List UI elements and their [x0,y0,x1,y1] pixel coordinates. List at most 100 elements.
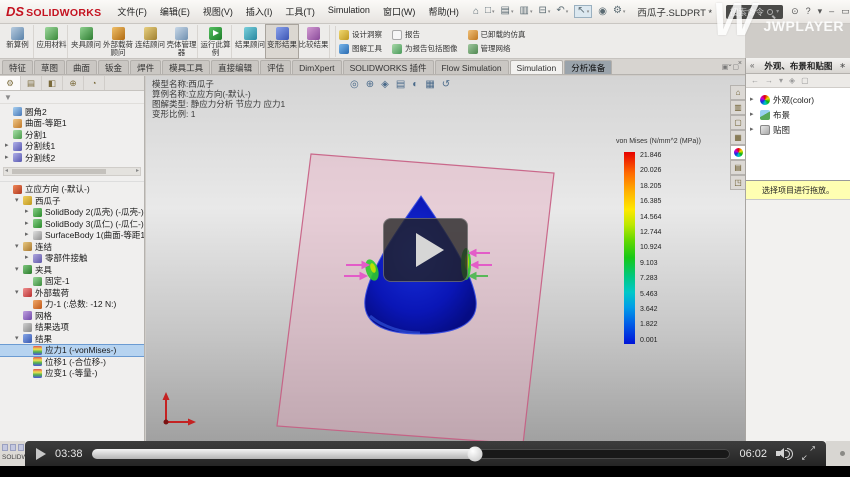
tab[interactable]: 草图 [34,60,65,74]
expand-arrow-icon[interactable] [15,289,23,297]
section-view-icon[interactable]: ▤ [396,79,405,90]
tab[interactable]: 直接编辑 [211,60,259,74]
tree-row[interactable]: 分割线1 [0,141,144,153]
seek-bar[interactable] [92,449,731,459]
fullscreen-button[interactable]: ↗ ↙ [802,447,815,460]
new-document-icon[interactable]: □ [485,6,495,17]
forward-icon[interactable]: → [765,76,773,85]
sw-resources-tab-icon[interactable]: ⌂ [730,85,745,100]
tree-row[interactable]: SurfaceBody 1(曲面-等距1) (-曲... [0,230,144,242]
collapse-icon[interactable]: ⌄ [727,60,733,68]
expand-arrow-icon[interactable] [25,254,33,262]
ribbon-button[interactable]: 连结顾问 [134,25,166,58]
search-input[interactable]: 搜索命令 [730,6,764,18]
close-icon[interactable]: × [738,60,742,68]
expand-arrow-icon[interactable] [25,208,33,216]
tree-row[interactable]: 结果选项 [0,322,144,334]
player-play-button[interactable] [36,448,46,460]
tree-row[interactable]: 连结 [0,241,144,253]
taskpane-tree-row[interactable]: 外观(color) [746,92,850,107]
menu-item[interactable]: 文件(F) [117,5,147,18]
search-caret-icon[interactable]: ▾ [776,8,779,15]
menu-item[interactable]: 插入(I) [246,5,273,18]
collapse-chevron-icon[interactable]: « [750,61,754,70]
menu-item[interactable]: 窗口(W) [383,5,416,18]
tree-row[interactable]: 网格 [0,310,144,322]
propertymanager-tab-icon[interactable]: ▤ [21,76,42,90]
hide-show-items-icon[interactable]: ↺ [442,79,450,90]
expand-arrow-icon[interactable] [5,142,13,150]
expand-arrow-icon[interactable] [5,154,13,162]
dimxpert-tab-icon[interactable]: ⊕ [63,76,84,90]
search-icon[interactable] [767,9,773,15]
design-library-tab-icon[interactable]: ▥ [730,100,745,115]
tree-filter-row[interactable]: ▼ [0,91,144,104]
expand-arrow-icon[interactable] [15,197,23,205]
expand-arrow-icon[interactable] [15,243,23,251]
tree-row[interactable]: 零部件接触 [0,253,144,265]
appearances-tab-icon[interactable]: ● [730,145,745,160]
preview-icon[interactable]: ▢ [801,76,809,85]
tree-row[interactable]: SolidBody 3(瓜仁) (-瓜仁-) [0,218,144,230]
tab[interactable]: 曲面 [66,60,97,74]
expand-arrow-icon[interactable] [25,220,33,228]
tree-row[interactable]: 力-1 (:总数: -12 N:) [0,299,144,311]
scroll-right-icon[interactable]: ▸ [136,168,139,175]
print-icon[interactable]: ⊟ [538,6,550,17]
ribbon-button[interactable]: 结果顾问 [234,25,266,58]
menu-item[interactable]: 工具(T) [285,5,315,18]
ribbon-button[interactable]: 比较结果 [298,25,330,58]
tree-row[interactable]: 分割线2 [0,152,144,164]
minimize-icon[interactable]: – [829,6,834,17]
play-overlay-button[interactable] [383,218,468,282]
tree-row[interactable]: 圆角2 [0,106,144,118]
help-icon[interactable]: ? [806,6,811,17]
appearance-target-icon[interactable]: ◈ [789,76,795,85]
filter-funnel-icon[interactable]: ▼ [4,93,12,102]
ribbon-button[interactable]: 运行此算例 [200,25,232,58]
tree-row[interactable]: 结果 [0,333,144,345]
custom-properties-tab-icon[interactable]: ▤ [730,160,745,175]
tree-row[interactable]: 位移1 (-合位移-) [0,356,144,368]
tab[interactable]: Simulation [510,60,564,74]
ribbon-button[interactable]: 为报告包括图像 [392,42,458,55]
horizontal-scrollbar[interactable]: ◂ ▸ [3,167,141,176]
save-icon[interactable]: ▥ [520,6,533,17]
select-icon[interactable]: ↖ [574,5,592,18]
view-palette-tab-icon[interactable]: ▦ [730,130,745,145]
menu-item[interactable]: 视图(V) [203,5,233,18]
tree-row[interactable]: 外部载荷 [0,287,144,299]
tree-row[interactable]: 立应方向 (-默认-) [0,184,144,196]
open-icon[interactable]: ▤ [501,6,514,17]
volume-button[interactable] [776,447,793,460]
zoom-fit-icon[interactable]: ◎ [350,79,359,90]
tab[interactable]: 钣金 [98,60,129,74]
display-style-icon[interactable]: ▦ [425,79,434,90]
tab[interactable]: Flow Simulation [435,60,509,74]
taskpane-tree-row[interactable]: 布景 [746,107,850,122]
expand-arrow-icon[interactable] [750,126,757,134]
tree-row[interactable]: SolidBody 2(瓜壳) (-瓜壳-) [0,207,144,219]
pin-icon[interactable]: ∗ [839,61,846,70]
restore-icon[interactable]: ▭ [841,6,850,17]
tab[interactable]: 评估 [260,60,291,74]
configuration-tab-icon[interactable]: ◧ [42,76,63,90]
dropdown-icon[interactable]: ▾ [779,76,783,85]
tree-row[interactable]: 西瓜子 [0,195,144,207]
ribbon-button[interactable]: 壳体管理器 [166,25,198,58]
scrollbar-thumb[interactable] [12,169,106,174]
expand-arrow-icon[interactable] [750,96,757,104]
ribbon-button[interactable]: 新算例 [2,25,34,58]
undo-icon[interactable]: ↶ [556,6,568,17]
forum-tab-icon[interactable]: ◳ [730,175,745,190]
ribbon-button[interactable]: 管理网络 [468,42,526,55]
menu-item[interactable]: Simulation [328,5,370,18]
menu-item[interactable]: 编辑(E) [160,5,190,18]
expand-arrow-icon[interactable] [15,335,23,343]
tree-row[interactable]: 分割1 [0,129,144,141]
ribbon-button[interactable]: 图解工具 [339,42,382,55]
tab[interactable]: 焊件 [130,60,161,74]
rebuild-icon[interactable]: ◉ [598,7,607,17]
tab[interactable]: 分析准备 [564,60,612,74]
tab[interactable]: SOLIDWORKS 插件 [343,60,434,74]
